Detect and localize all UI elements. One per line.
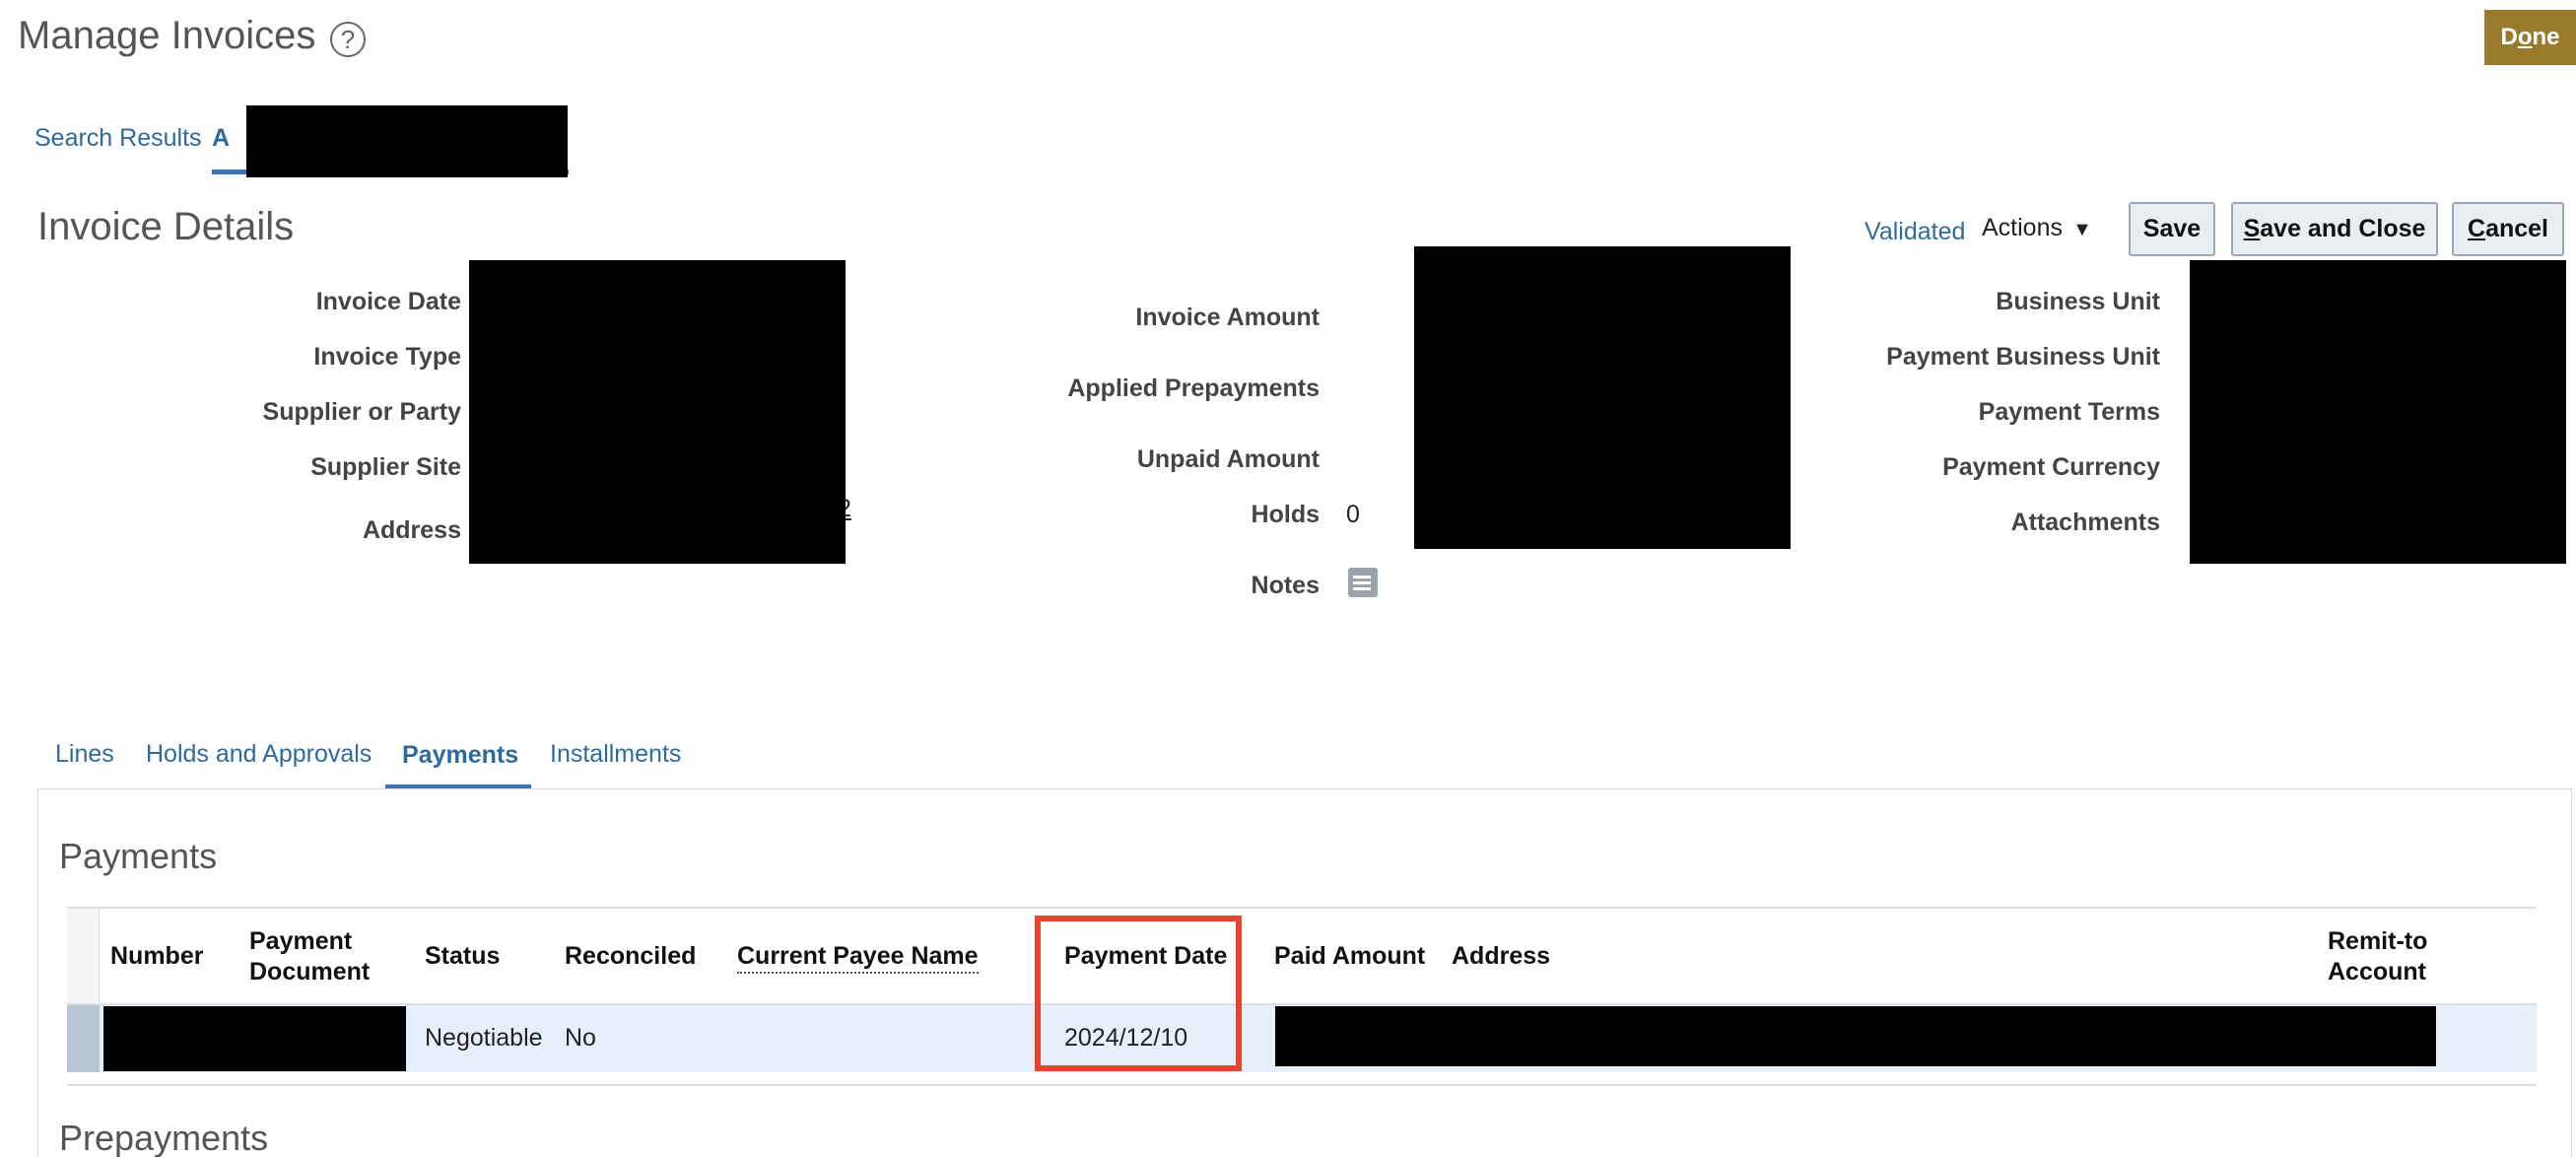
done-label-post: ne (2532, 24, 2560, 50)
redacted-amount-address (1275, 1006, 2436, 1066)
col-remit-to-line2[interactable]: Account (2328, 957, 2426, 987)
label-notes: Notes (1251, 572, 1320, 599)
notes-edit-icon[interactable] (1348, 568, 1378, 597)
validation-status-link[interactable]: Validated (1864, 218, 1965, 246)
label-supplier-site: Supplier Site (310, 453, 461, 481)
label-invoice-type: Invoice Type (313, 343, 461, 371)
col-address[interactable]: Address (1452, 941, 1550, 972)
save-button[interactable]: Save (2129, 202, 2215, 256)
redacted-amount-values (1414, 246, 1791, 549)
caret-down-icon: ▼ (2071, 219, 2092, 240)
label-holds: Holds (1251, 501, 1320, 528)
label-applied-prepayments: Applied Prepayments (1067, 374, 1320, 402)
save-close-underlined: S (2243, 215, 2261, 242)
row-selector-column (67, 909, 100, 1005)
cancel-button[interactable]: Cancel (2452, 202, 2564, 256)
invoice-details-title: Invoice Details (37, 205, 295, 248)
payment-date-highlight-box (1035, 916, 1242, 1071)
redacted-number-document (103, 1006, 406, 1071)
label-supplier-or-party: Supplier or Party (262, 398, 461, 426)
prepayments-section-title: Prepayments (59, 1118, 269, 1157)
payments-section-title: Payments (59, 836, 218, 876)
col-payment-document-line1[interactable]: Payment (249, 926, 352, 957)
redacted-tab-title (246, 105, 568, 177)
done-label-pre: D (2500, 24, 2518, 50)
cancel-underlined: C (2468, 215, 2486, 242)
cell-status: Negotiable (425, 1024, 543, 1052)
col-number[interactable]: Number (110, 941, 203, 972)
col-payment-document-line2[interactable]: Document (249, 957, 370, 987)
col-paid-amount[interactable]: Paid Amount (1274, 941, 1425, 972)
page-title: Manage Invoices (18, 14, 316, 57)
tab-holds-and-approvals[interactable]: Holds and Approvals (146, 740, 372, 769)
actions-menu[interactable]: Actions ▼ (1982, 214, 2092, 242)
question-circle-icon[interactable]: ? (330, 22, 366, 57)
tab-payments[interactable]: Payments (402, 741, 518, 770)
done-label-underlined: o (2517, 24, 2533, 50)
done-button[interactable]: Done (2484, 10, 2576, 65)
col-current-payee-name[interactable]: Current Payee Name (737, 941, 979, 974)
label-business-unit: Business Unit (1996, 288, 2160, 315)
col-status[interactable]: Status (425, 941, 500, 972)
col-remit-to-line1[interactable]: Remit-to (2328, 926, 2427, 957)
tab-lines[interactable]: Lines (55, 740, 114, 769)
tab-search-results[interactable]: Search Results (34, 124, 202, 153)
row-selector[interactable] (67, 1005, 100, 1072)
holds-count[interactable]: 0 (1346, 501, 1360, 529)
actions-label: Actions (1982, 214, 2063, 241)
redacted-invoice-header-values (469, 260, 846, 564)
tab-active-invoice[interactable]: A (212, 124, 230, 153)
label-unpaid-amount: Unpaid Amount (1136, 445, 1320, 473)
label-payment-terms: Payment Terms (1978, 398, 2160, 426)
label-payment-business-unit: Payment Business Unit (1886, 343, 2160, 371)
label-payment-currency: Payment Currency (1942, 453, 2160, 481)
redacted-business-values (2190, 260, 2566, 564)
cell-reconciled: No (565, 1024, 596, 1052)
label-invoice-amount: Invoice Amount (1135, 304, 1320, 331)
tab-installments[interactable]: Installments (550, 740, 681, 769)
label-attachments: Attachments (2010, 509, 2160, 536)
save-and-close-button[interactable]: Save and Close (2231, 202, 2438, 256)
label-invoice-date: Invoice Date (315, 288, 461, 315)
cancel-rest: ancel (2485, 215, 2548, 242)
label-address: Address (362, 516, 461, 544)
save-close-rest: ave and Close (2260, 215, 2426, 242)
col-reconciled[interactable]: Reconciled (565, 941, 696, 972)
